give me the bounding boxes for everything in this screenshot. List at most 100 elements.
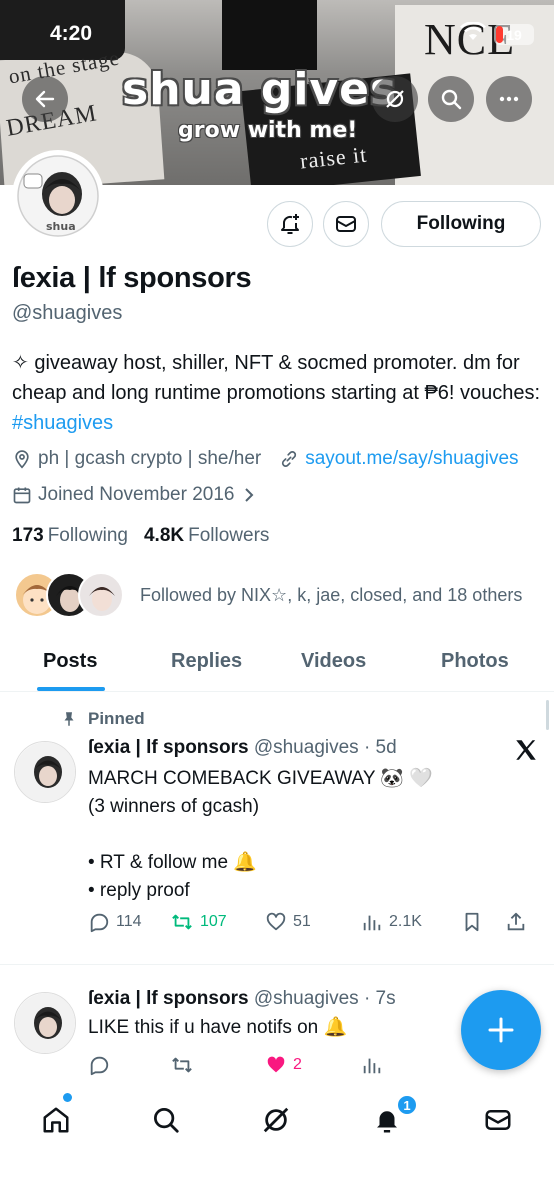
calendar-icon	[13, 487, 31, 504]
envelope-icon	[485, 1110, 511, 1130]
notification-settings-button[interactable]	[267, 201, 313, 247]
post-avatar[interactable]	[14, 992, 76, 1054]
post-header: ſexia | lf sponsors @shuagives · 5d	[88, 737, 397, 759]
reply-count: 114	[116, 913, 142, 930]
profile-tabs: Posts Replies Videos Photos	[0, 634, 554, 692]
active-tab-indicator	[37, 687, 105, 691]
views-icon	[363, 1058, 381, 1074]
scrollbar[interactable]	[546, 700, 549, 730]
grok-icon	[263, 1107, 289, 1133]
heart-filled-icon	[267, 1056, 285, 1073]
following-count: 173	[12, 525, 44, 546]
post-author-name[interactable]: ſexia | lf sponsors	[88, 988, 249, 1009]
like-count: 51	[293, 913, 311, 930]
views-button[interactable]: 2.1K	[361, 911, 461, 933]
message-button[interactable]	[323, 201, 369, 247]
bottom-navigation: 1	[0, 1080, 554, 1200]
arrow-left-icon	[35, 90, 55, 108]
avatar-sticker-text: shua	[46, 220, 76, 233]
x-logo-icon	[513, 737, 539, 768]
nav-home[interactable]	[34, 1098, 78, 1142]
follow-stats: 173 Following 4.8K Followers	[12, 525, 269, 547]
following-button[interactable]: Following	[381, 201, 541, 247]
post-time: · 5d	[363, 737, 397, 758]
bookmark-icon	[465, 912, 479, 932]
post-avatar[interactable]	[14, 741, 76, 803]
grok-button[interactable]	[372, 76, 418, 122]
tab-replies[interactable]: Replies	[171, 650, 242, 673]
follower-avatar	[78, 572, 124, 618]
like-button[interactable]: 2	[265, 1054, 361, 1076]
banner-title: shua gives	[122, 64, 398, 115]
tab-photos[interactable]: Photos	[441, 650, 509, 673]
profile-joined-row[interactable]: Joined November 2016	[12, 484, 262, 506]
post-line: • RT & follow me 🔔	[88, 852, 257, 873]
post-author-name[interactable]: ſexia | lf sponsors	[88, 737, 249, 758]
nav-grok[interactable]	[254, 1098, 298, 1142]
home-icon	[43, 1107, 69, 1133]
followers-stat[interactable]: 4.8K Followers	[144, 525, 269, 547]
repost-button[interactable]	[170, 1054, 265, 1076]
profile-bio: ✧ giveaway host, shiller, NFT & socmed p…	[12, 348, 542, 438]
share-button[interactable]	[505, 911, 527, 933]
tab-videos[interactable]: Videos	[301, 650, 366, 673]
repost-icon	[172, 1057, 192, 1073]
like-button[interactable]: 51	[265, 911, 361, 933]
status-time: 4:20	[50, 22, 93, 45]
post-time: · 7s	[363, 988, 396, 1009]
bookmark-button[interactable]	[461, 911, 505, 933]
tab-posts[interactable]: Posts	[43, 650, 97, 673]
profile-website-link[interactable]: sayout.me/say/shuagives	[305, 448, 518, 470]
profile-meta-row: ph | gcash crypto | she/her sayout.me/sa…	[12, 448, 519, 470]
compose-post-button[interactable]	[461, 990, 541, 1070]
followers-label: Followers	[188, 525, 270, 546]
views-button[interactable]	[361, 1054, 461, 1076]
search-button[interactable]	[428, 76, 474, 122]
repost-button[interactable]: 107	[170, 911, 265, 933]
bell-plus-icon	[281, 214, 299, 234]
reply-button[interactable]	[88, 1054, 170, 1076]
share-icon	[507, 912, 525, 931]
notifications-badge: 1	[396, 1094, 418, 1116]
followed-by-row[interactable]: Followed by NIX☆, k, jae, closed, and 18…	[14, 572, 522, 618]
bio-hashtag-link[interactable]: #shuagives	[12, 412, 113, 434]
repost-icon	[172, 914, 192, 930]
more-icon	[499, 96, 519, 102]
post-header: ſexia | lf sponsors @shuagives · 7s	[88, 988, 396, 1010]
post-line: (3 winners of gcash)	[88, 796, 260, 817]
reply-icon	[90, 1056, 109, 1076]
post-actions: 114 107 51 2.1K	[88, 911, 548, 933]
reply-button[interactable]: 114	[88, 911, 170, 933]
back-button[interactable]	[22, 76, 68, 122]
search-icon	[441, 89, 462, 110]
post-divider	[0, 964, 554, 965]
chevron-right-icon	[245, 488, 254, 502]
banner-subtitle: grow with me!	[178, 118, 358, 143]
profile-handle: @shuagives	[12, 302, 123, 324]
like-count: 2	[293, 1056, 302, 1073]
heart-icon	[266, 912, 286, 931]
profile-avatar[interactable]: shua	[12, 150, 104, 242]
bio-text: ✧ giveaway host, shiller, NFT & socmed p…	[12, 352, 541, 404]
nav-search[interactable]	[144, 1098, 188, 1142]
views-icon	[363, 915, 381, 931]
profile-location: ph | gcash crypto | she/her	[38, 448, 262, 469]
post-content[interactable]: LIKE this if u have notifs on 🔔	[88, 1014, 347, 1042]
battery-icon: 19	[494, 24, 534, 45]
post-line: MARCH COMEBACK GIVEAWAY 🐼 🤍	[88, 768, 434, 789]
grok-icon	[386, 90, 404, 108]
reply-icon	[90, 913, 109, 933]
pinned-indicator: Pinned	[60, 709, 145, 729]
wifi-icon	[460, 21, 486, 47]
link-icon	[282, 451, 297, 467]
post-content[interactable]: MARCH COMEBACK GIVEAWAY 🐼 🤍 (3 winners o…	[88, 765, 433, 905]
envelope-icon	[336, 216, 356, 232]
more-button[interactable]	[486, 76, 532, 122]
profile-joined: Joined November 2016	[38, 484, 235, 505]
display-name: ſexia | lf sponsors	[12, 262, 252, 294]
nav-messages[interactable]	[476, 1098, 520, 1142]
following-stat[interactable]: 173 Following	[12, 525, 128, 547]
view-count: 2.1K	[389, 913, 422, 930]
post-author-handle: @shuagives	[253, 988, 359, 1009]
post-line	[88, 821, 433, 849]
